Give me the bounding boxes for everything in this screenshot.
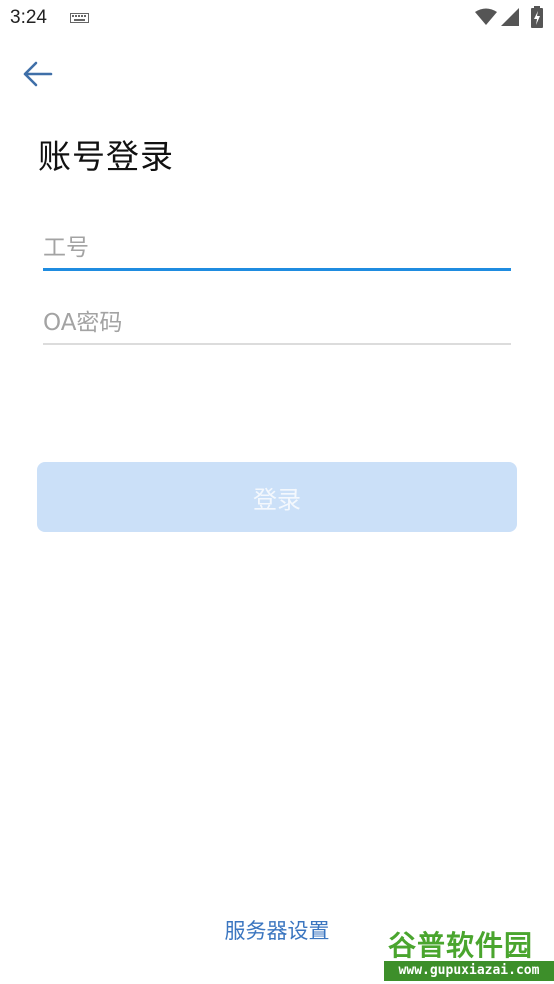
wifi-icon — [475, 8, 497, 25]
status-bar: 3:24 — [0, 0, 554, 38]
watermark-title: 谷普软件园 — [388, 929, 534, 962]
status-time: 3:24 — [10, 7, 47, 28]
login-button[interactable]: 登录 — [37, 462, 517, 532]
employee-id-input[interactable] — [43, 228, 511, 268]
page-title: 账号登录 — [38, 137, 174, 176]
employee-id-field — [43, 228, 511, 271]
employee-id-underline — [43, 268, 511, 271]
password-input[interactable] — [43, 303, 511, 343]
password-field — [43, 303, 511, 345]
signal-icon — [501, 8, 519, 26]
keyboard-icon — [70, 13, 89, 23]
battery-charging-icon — [531, 6, 543, 28]
arrow-left-icon — [23, 61, 53, 87]
back-button[interactable] — [16, 52, 60, 96]
watermark-logo: 谷普软件园 www.gupuxiazai.com — [384, 924, 554, 984]
password-underline — [43, 343, 511, 345]
watermark-url: www.gupuxiazai.com — [384, 961, 554, 981]
